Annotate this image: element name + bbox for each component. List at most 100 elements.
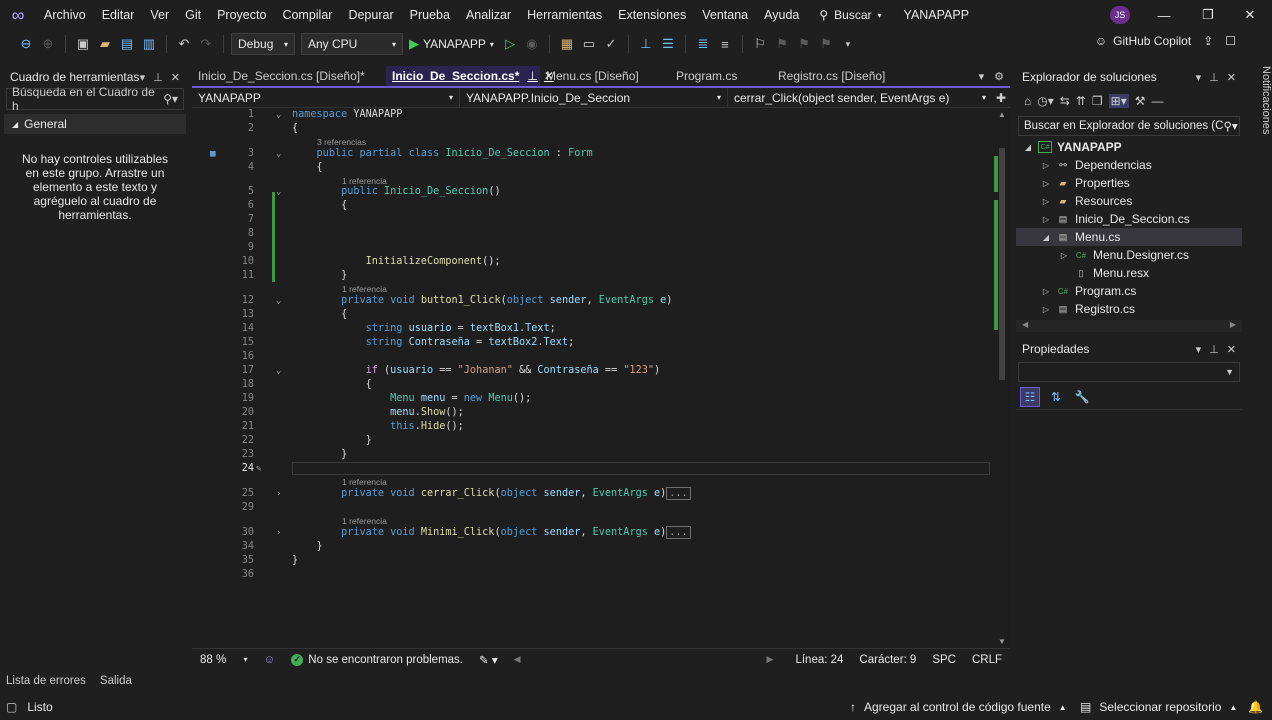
tree-item-registro[interactable]: ▷ ▤ Registro.cs: [1016, 300, 1242, 318]
clear-bookmarks-icon[interactable]: ⚑: [816, 33, 836, 55]
chevron-down-icon[interactable]: ▾: [140, 71, 146, 84]
scrollbar-thumb[interactable]: [999, 148, 1005, 380]
code-line[interactable]: if (usuario == "Johanan" && Contraseña =…: [292, 364, 661, 378]
tree-item-project[interactable]: ◢ C# YANAPAPP: [1016, 138, 1242, 156]
scroll-right-icon[interactable]: ▶: [759, 654, 782, 665]
properties-icon[interactable]: ⚒: [1135, 94, 1146, 108]
code-line[interactable]: {: [292, 378, 372, 392]
collapsed-block[interactable]: ...: [666, 487, 691, 500]
code-line[interactable]: private void button1_Click(object sender…: [292, 294, 672, 308]
tree-item-menu-resx[interactable]: ▯ Menu.resx: [1016, 264, 1242, 282]
chevron-down-icon[interactable]: ▾: [1196, 343, 1202, 356]
source-control-button[interactable]: ↑ Agregar al control de código fuente ▲: [850, 700, 1067, 714]
chevron-down-icon[interactable]: ▾: [1196, 71, 1202, 84]
collapse-all-icon[interactable]: ⇈: [1076, 94, 1086, 108]
tree-item-inicio-de-seccion[interactable]: ▷ ▤ Inicio_De_Seccion.cs: [1016, 210, 1242, 228]
line-indicator[interactable]: Línea: 24: [787, 654, 851, 666]
close-icon[interactable]: ✕: [1227, 343, 1236, 356]
menu-archivo[interactable]: Archivo: [36, 0, 94, 30]
avatar[interactable]: JS: [1110, 6, 1130, 24]
line-ending-indicator[interactable]: CRLF: [964, 654, 1010, 666]
code-line[interactable]: string usuario = textBox1.Text;: [292, 322, 556, 336]
member-select[interactable]: cerrar_Click(object sender, EventArgs e)…: [728, 88, 992, 107]
tab-list-icon[interactable]: ▾: [979, 70, 985, 83]
tree-item-program[interactable]: ▷ C# Program.cs: [1016, 282, 1242, 300]
toolbox-search-input[interactable]: Búsqueda en el Cuadro de h ⚲▾: [6, 85, 184, 113]
back-icon[interactable]: ⊖: [16, 33, 36, 55]
collapsed-block[interactable]: ...: [666, 526, 691, 539]
code-line[interactable]: menu.Show();: [292, 406, 464, 420]
toolbar-overflow-icon[interactable]: ▾: [838, 33, 858, 55]
save-icon[interactable]: ▤: [117, 33, 137, 55]
pin-icon[interactable]: ⊥: [1209, 71, 1219, 84]
feedback-icon[interactable]: ☐: [1225, 34, 1236, 48]
code-line[interactable]: {: [292, 122, 298, 136]
object-select[interactable]: ▼: [1018, 362, 1240, 382]
toolbox-group-general[interactable]: ◢ General: [4, 114, 186, 134]
tree-item-resources[interactable]: ▷ ▰ Resources: [1016, 192, 1242, 210]
menu-prueba[interactable]: Prueba: [402, 0, 458, 30]
tree-item-menu-designer[interactable]: ▷ C# Menu.Designer.cs: [1016, 246, 1242, 264]
tab-menu-designer[interactable]: Menu.cs [Diseño]: [540, 66, 670, 86]
open-folder-icon[interactable]: ▰: [95, 33, 115, 55]
codelens-references[interactable]: 1 referencia: [342, 284, 387, 294]
char-indicator[interactable]: Carácter: 9: [851, 654, 924, 666]
share-icon[interactable]: ⇪: [1203, 34, 1213, 48]
search-box[interactable]: ⚲ Buscar ▾: [819, 8, 881, 22]
start-debugging-button[interactable]: ▶ YANAPAPP ▾: [405, 36, 498, 52]
tree-item-dependencies[interactable]: ▷ ⚯ Dependencias: [1016, 156, 1242, 174]
pin-icon[interactable]: ⊥: [153, 71, 163, 84]
visual-studio-logo-icon[interactable]: ∞: [0, 0, 36, 30]
restore-button[interactable]: ❐: [1188, 0, 1228, 30]
sync-icon[interactable]: ⇆: [1060, 94, 1070, 108]
class-select[interactable]: YANAPAPP.Inicio_De_Seccion ▾: [460, 88, 728, 107]
scroll-up-icon[interactable]: ▲: [998, 110, 1006, 119]
code-line[interactable]: }: [292, 269, 347, 283]
code-line[interactable]: private void Minimi_Click(object sender,…: [292, 526, 691, 540]
code-line[interactable]: {: [292, 308, 347, 322]
quick-action-brush-icon[interactable]: ✎: [256, 462, 261, 476]
menu-depurar[interactable]: Depurar: [340, 0, 401, 30]
copilot-status-icon[interactable]: ☺: [256, 654, 284, 666]
code-cleanup-icon[interactable]: ✎ ▾: [471, 653, 506, 667]
menu-ver[interactable]: Ver: [142, 0, 177, 30]
collapse-icon[interactable]: ⌄: [276, 185, 281, 199]
scroll-right-icon[interactable]: ▶: [1230, 320, 1236, 332]
browse-icon[interactable]: ▦: [557, 33, 577, 55]
expand-icon[interactable]: ›: [276, 526, 281, 540]
notifications-tab[interactable]: Notificaciones: [1246, 66, 1272, 166]
spell-check-icon[interactable]: ✓: [601, 33, 621, 55]
select-repository-button[interactable]: ▤ Seleccionar repositorio ▲: [1080, 700, 1237, 714]
code-line[interactable]: public Inicio_De_Seccion(): [292, 185, 501, 199]
notifications-bell-icon[interactable]: 🔔: [1248, 700, 1263, 714]
configuration-select[interactable]: Debug ▾: [231, 33, 295, 55]
code-line[interactable]: string Contraseña = textBox2.Text;: [292, 336, 575, 350]
code-line[interactable]: private void cerrar_Click(object sender,…: [292, 487, 691, 501]
code-line[interactable]: {: [292, 161, 323, 175]
code-line[interactable]: }: [292, 448, 347, 462]
menu-git[interactable]: Git: [177, 0, 209, 30]
close-button[interactable]: ✕: [1230, 0, 1270, 30]
outdent-icon[interactable]: ≡: [715, 33, 735, 55]
collapse-icon[interactable]: ⌄: [276, 294, 281, 308]
tree-item-properties[interactable]: ▷ ▰ Properties: [1016, 174, 1242, 192]
start-without-debugging-icon[interactable]: ▷: [500, 33, 520, 55]
close-icon[interactable]: ✕: [1227, 71, 1236, 84]
indent-icon[interactable]: ≣: [693, 33, 713, 55]
preview-icon[interactable]: —: [1151, 94, 1163, 108]
whitespace-indicator[interactable]: SPC: [924, 654, 964, 666]
scroll-left-icon[interactable]: ◀: [506, 654, 529, 665]
collapse-icon[interactable]: ⌄: [276, 147, 281, 161]
new-project-icon[interactable]: ▣: [73, 33, 93, 55]
history-icon[interactable]: ◷▾: [1037, 94, 1054, 108]
menu-herramientas[interactable]: Herramientas: [519, 0, 610, 30]
menu-extensiones[interactable]: Extensiones: [610, 0, 694, 30]
pin-icon[interactable]: ⊥: [527, 69, 537, 83]
format-icon[interactable]: ☰: [658, 33, 678, 55]
code-editor[interactable]: 1 ⌄ namespace YANAPAPP 2{ 3 referencias ▦ 3…: [192, 108, 1010, 648]
codelens-references[interactable]: 1 referencia: [342, 477, 387, 487]
tab-error-list[interactable]: Lista de errores: [6, 675, 86, 687]
prev-bookmark-icon[interactable]: ⚑: [772, 33, 792, 55]
scroll-down-icon[interactable]: ▼: [998, 637, 1006, 646]
alphabetical-icon[interactable]: ⇅: [1046, 387, 1066, 407]
